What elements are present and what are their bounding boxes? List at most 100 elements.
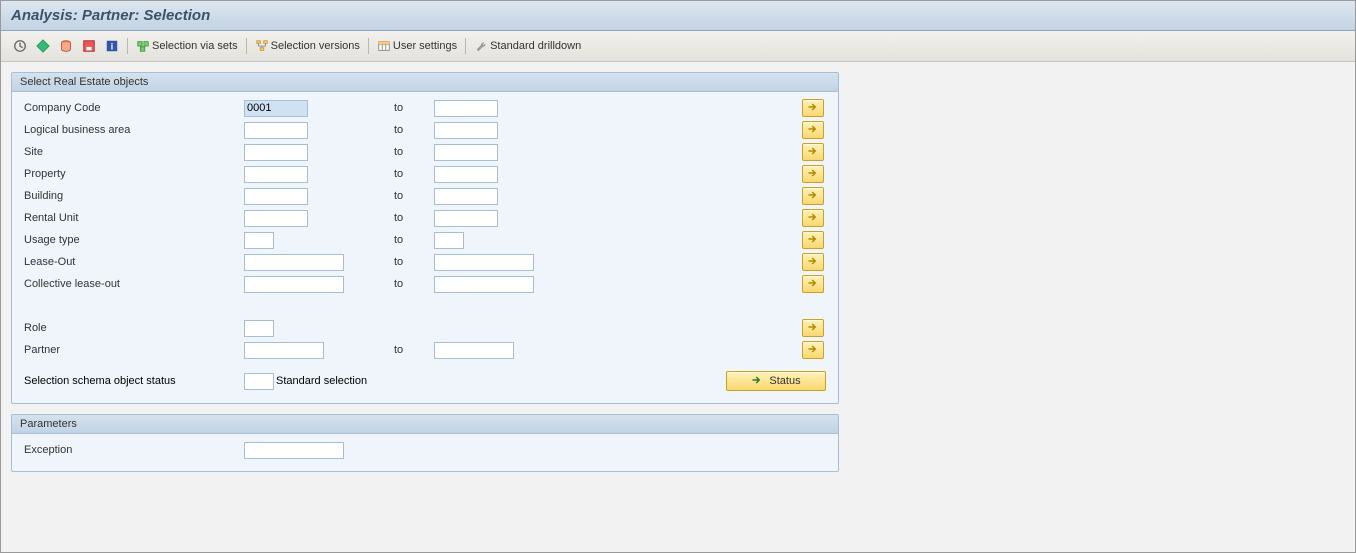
company_code-from-input[interactable] bbox=[244, 100, 308, 117]
arrow-right-icon bbox=[807, 322, 819, 335]
logical_business_area-to-input[interactable] bbox=[434, 122, 498, 139]
usage_type-to-input[interactable] bbox=[434, 232, 464, 249]
cylinder-icon bbox=[59, 39, 73, 53]
property-multiselect-button[interactable] bbox=[802, 165, 824, 183]
sets-icon bbox=[136, 39, 150, 53]
parameters-panel: Parameters Exception bbox=[11, 414, 839, 472]
role-label: Role bbox=[24, 322, 244, 334]
svg-text:i: i bbox=[111, 42, 113, 52]
separator bbox=[127, 38, 128, 54]
selection-schema-label: Selection schema object status bbox=[24, 375, 244, 387]
property-to-label: to bbox=[394, 168, 434, 180]
arrow-right-icon bbox=[807, 102, 819, 115]
arrow-right-icon bbox=[807, 234, 819, 247]
partner-multiselect-button[interactable] bbox=[802, 341, 824, 359]
selection-versions-button[interactable]: Selection versions bbox=[251, 36, 364, 56]
lease_out-label: Lease-Out bbox=[24, 256, 244, 268]
company_code-to-label: to bbox=[394, 102, 434, 114]
site-from-input[interactable] bbox=[244, 144, 308, 161]
arrow-right-icon bbox=[807, 344, 819, 357]
tree-icon bbox=[255, 39, 269, 53]
real-estate-panel-title: Select Real Estate objects bbox=[12, 73, 838, 92]
lease_out-from-input[interactable] bbox=[244, 254, 344, 271]
toolbar: i Selection via sets Selection versions … bbox=[1, 31, 1355, 62]
standard-drilldown-button[interactable]: Standard drilldown bbox=[470, 36, 585, 56]
standard-selection-label: Standard selection bbox=[276, 375, 367, 387]
site-to-label: to bbox=[394, 146, 434, 158]
user-settings-button[interactable]: User settings bbox=[373, 36, 461, 56]
selection-via-sets-button[interactable]: Selection via sets bbox=[132, 36, 242, 56]
building-to-input[interactable] bbox=[434, 188, 498, 205]
rental_unit-to-input[interactable] bbox=[434, 210, 498, 227]
logical_business_area-from-input[interactable] bbox=[244, 122, 308, 139]
save-button[interactable] bbox=[78, 36, 100, 56]
collective_lease_out-to-input[interactable] bbox=[434, 276, 534, 293]
usage_type-label: Usage type bbox=[24, 234, 244, 246]
floppy-icon bbox=[82, 39, 96, 53]
parameters-panel-title: Parameters bbox=[12, 415, 838, 434]
partner-to-input[interactable] bbox=[434, 342, 514, 359]
status-button-label: Status bbox=[769, 375, 800, 387]
rental_unit-row: Rental Unit to bbox=[24, 207, 826, 229]
status-button[interactable]: Status bbox=[726, 371, 826, 391]
role-input[interactable] bbox=[244, 320, 274, 337]
site-multiselect-button[interactable] bbox=[802, 143, 824, 161]
real-estate-panel: Select Real Estate objects Company Code … bbox=[11, 72, 839, 404]
separator bbox=[246, 38, 247, 54]
collective_lease_out-multiselect-button[interactable] bbox=[802, 275, 824, 293]
table-icon bbox=[377, 39, 391, 53]
selection-schema-input[interactable] bbox=[244, 373, 274, 390]
property-row: Property to bbox=[24, 163, 826, 185]
logical_business_area-label: Logical business area bbox=[24, 124, 244, 136]
property-from-input[interactable] bbox=[244, 166, 308, 183]
site-row: Site to bbox=[24, 141, 826, 163]
property-label: Property bbox=[24, 168, 244, 180]
logical_business_area-row: Logical business area to bbox=[24, 119, 826, 141]
clock-icon bbox=[13, 39, 27, 53]
data-source-button[interactable] bbox=[55, 36, 77, 56]
help-button[interactable]: i bbox=[101, 36, 123, 56]
company_code-multiselect-button[interactable] bbox=[802, 99, 824, 117]
building-row: Building to bbox=[24, 185, 826, 207]
collective_lease_out-row: Collective lease-out to bbox=[24, 273, 826, 295]
selection-via-sets-label: Selection via sets bbox=[152, 40, 238, 52]
partner-row: Partner to bbox=[24, 339, 826, 361]
property-to-input[interactable] bbox=[434, 166, 498, 183]
lease_out-to-label: to bbox=[394, 256, 434, 268]
partner-to-label: to bbox=[394, 344, 434, 356]
lease_out-row: Lease-Out to bbox=[24, 251, 826, 273]
exception-label: Exception bbox=[24, 444, 244, 456]
company_code-to-input[interactable] bbox=[434, 100, 498, 117]
lease_out-to-input[interactable] bbox=[434, 254, 534, 271]
execute-button[interactable] bbox=[9, 36, 31, 56]
arrow-right-icon bbox=[807, 124, 819, 137]
site-to-input[interactable] bbox=[434, 144, 498, 161]
separator bbox=[465, 38, 466, 54]
rental_unit-from-input[interactable] bbox=[244, 210, 308, 227]
collective_lease_out-from-input[interactable] bbox=[244, 276, 344, 293]
lease_out-multiselect-button[interactable] bbox=[802, 253, 824, 271]
building-label: Building bbox=[24, 190, 244, 202]
rental_unit-multiselect-button[interactable] bbox=[802, 209, 824, 227]
usage_type-from-input[interactable] bbox=[244, 232, 274, 249]
exception-input[interactable] bbox=[244, 442, 344, 459]
logical_business_area-to-label: to bbox=[394, 124, 434, 136]
variant-button[interactable] bbox=[32, 36, 54, 56]
user-settings-label: User settings bbox=[393, 40, 457, 52]
content-area: Select Real Estate objects Company Code … bbox=[1, 62, 1355, 492]
collective_lease_out-to-label: to bbox=[394, 278, 434, 290]
usage_type-multiselect-button[interactable] bbox=[802, 231, 824, 249]
partner-label: Partner bbox=[24, 344, 244, 356]
building-from-input[interactable] bbox=[244, 188, 308, 205]
separator bbox=[368, 38, 369, 54]
arrow-right-icon bbox=[807, 256, 819, 269]
arrow-right-green-icon bbox=[751, 375, 763, 388]
building-multiselect-button[interactable] bbox=[802, 187, 824, 205]
building-to-label: to bbox=[394, 190, 434, 202]
company_code-row: Company Code to bbox=[24, 97, 826, 119]
partner-from-input[interactable] bbox=[244, 342, 324, 359]
role-multiselect-button[interactable] bbox=[802, 319, 824, 337]
logical_business_area-multiselect-button[interactable] bbox=[802, 121, 824, 139]
info-icon: i bbox=[105, 39, 119, 53]
rental_unit-to-label: to bbox=[394, 212, 434, 224]
